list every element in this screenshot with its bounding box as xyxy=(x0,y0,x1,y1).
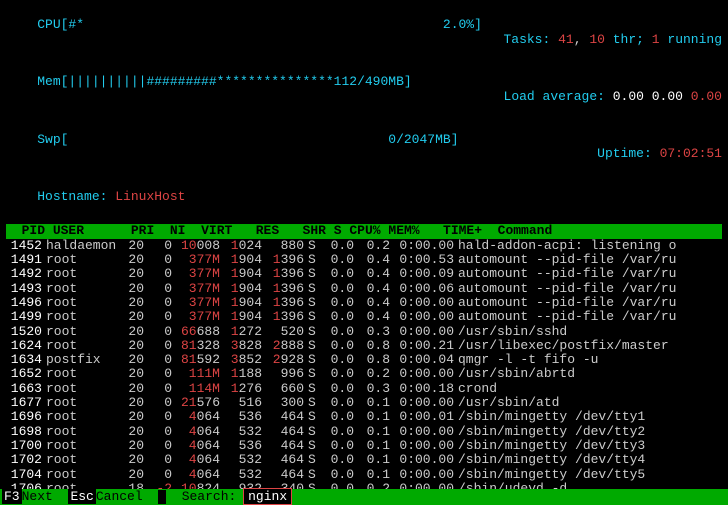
uptime: 07:02:51 xyxy=(660,146,722,161)
table-row[interactable]: 1704root2004064532464S0.00.10:00.00/sbin… xyxy=(6,468,722,482)
swp-label: Swp xyxy=(37,132,60,147)
search-bar[interactable]: F3Next EscCancel Search: nginx xyxy=(0,489,728,505)
hostname: LinuxHost xyxy=(115,189,185,204)
tasks-thr: 10 xyxy=(589,32,605,47)
uptime-label: Uptime: xyxy=(597,146,652,161)
cpu-label: CPU xyxy=(37,17,60,32)
table-row[interactable]: 1520root200666881272520S0.00.30:00.00/us… xyxy=(6,325,722,339)
table-row[interactable]: 1700root2004064536464S0.00.10:00.00/sbin… xyxy=(6,439,722,453)
search-label: Search: xyxy=(174,489,244,504)
table-row[interactable]: 1698root2004064532464S0.00.10:00.00/sbin… xyxy=(6,425,722,439)
tasks-label: Tasks: xyxy=(503,32,550,47)
mem-bar: [||||||||||#########***************112/4… xyxy=(61,74,412,89)
table-row[interactable]: 1492root200377M19041396S0.00.40:00.09aut… xyxy=(6,267,722,281)
table-row[interactable]: 1696root2004064536464S0.00.10:00.01/sbin… xyxy=(6,410,722,424)
table-row[interactable]: 1702root2004064532464S0.00.10:00.00/sbin… xyxy=(6,453,722,467)
load-label: Load average: xyxy=(504,89,605,104)
f3-key[interactable]: F3 xyxy=(2,489,22,504)
table-row[interactable]: 1491root200377M19041396S0.00.40:00.53aut… xyxy=(6,253,722,267)
table-row[interactable]: 1624root2008132838282888S0.00.80:00.21/u… xyxy=(6,339,722,353)
tasks-running: 1 xyxy=(652,32,660,47)
table-row[interactable]: 1677root20021576516300S0.00.10:00.00/usr… xyxy=(6,396,722,410)
column-headers[interactable]: PID USER PRI NI VIRT RES SHR S CPU% MEM%… xyxy=(6,224,722,238)
table-row[interactable]: 1652root200111M1188996S0.00.20:00.00/usr… xyxy=(6,367,722,381)
tasks-total: 41 xyxy=(558,32,574,47)
mem-label: Mem xyxy=(37,74,60,89)
search-input[interactable]: nginx xyxy=(244,489,291,504)
esc-key[interactable]: Esc xyxy=(68,489,95,504)
header-meters: CPU[#* 2.0%] Tasks: 41, 10 thr; 1 runnin… xyxy=(6,4,722,218)
table-row[interactable]: 1452haldaemon200100081024880S0.00.20:00.… xyxy=(6,239,722,253)
table-row[interactable]: 1634postfix2008159238522928S0.00.80:00.0… xyxy=(6,353,722,367)
table-row[interactable]: 1493root200377M19041396S0.00.40:00.06aut… xyxy=(6,282,722,296)
process-table[interactable]: 1452haldaemon200100081024880S0.00.20:00.… xyxy=(6,239,722,505)
table-row[interactable]: 1663root200114M1276660S0.00.30:00.18cron… xyxy=(6,382,722,396)
table-row[interactable]: 1496root200377M19041396S0.00.40:00.00aut… xyxy=(6,296,722,310)
hostname-label: Hostname: xyxy=(37,189,107,204)
cpu-bar: [#* 2.0%] xyxy=(61,17,482,32)
swp-bar: [ 0/2047MB] xyxy=(61,132,459,147)
table-row[interactable]: 1499root200377M19041396S0.00.40:00.00aut… xyxy=(6,310,722,324)
